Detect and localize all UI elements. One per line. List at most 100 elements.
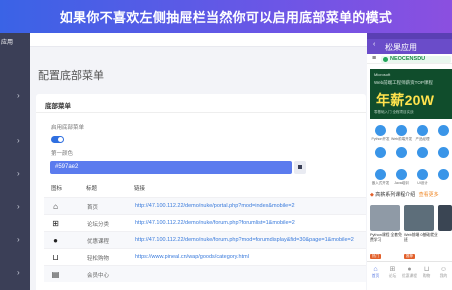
- phone-header: ‹ 松果应用: [367, 39, 452, 54]
- main-topbar: [30, 33, 367, 47]
- table-row: ⊔ 轻松购物 https://www.pineal.cn/wap/goods/c…: [44, 248, 366, 265]
- nav-item-home[interactable]: ⌂ 首页: [367, 266, 384, 279]
- category-label: Web前端开发: [391, 137, 413, 141]
- hero-banner[interactable]: Microsoft Web前端工程师薪资TOP课程 年薪20W 零基础入门 全程…: [370, 69, 452, 119]
- course-thumbnail[interactable]: [438, 205, 452, 231]
- category-icon: [438, 147, 449, 158]
- table-row: ⌂ 首页 http://47.100.112.22/demo/nuke/port…: [44, 197, 366, 214]
- row-link[interactable]: http://47.100.112.22/demo/nuke/portal.ph…: [135, 203, 295, 209]
- category-label: 产品经理: [415, 137, 430, 141]
- grid-icon: ⊞: [52, 219, 59, 228]
- divider: [36, 112, 366, 113]
- category-item[interactable]: [433, 145, 452, 167]
- table-row: ⊞ 论坛分类 http://47.100.112.22/demo/nuke/fo…: [44, 214, 366, 231]
- nav-item-me[interactable]: ☺ 我的: [435, 266, 452, 279]
- category-icon: [375, 169, 386, 180]
- row-title: 会员中心: [87, 273, 110, 279]
- table-row: ● 优惠课程 http://47.100.112.22/demo/nuke/fo…: [44, 231, 366, 248]
- category-item[interactable]: Web前端开发: [391, 123, 412, 145]
- hero-tag: Microsoft: [374, 72, 391, 77]
- category-icon: [417, 125, 428, 136]
- header-title: 标题: [86, 186, 98, 192]
- category-item[interactable]: Python开发: [370, 123, 391, 145]
- course-thumbnail[interactable]: [404, 205, 434, 231]
- category-icon: [375, 147, 386, 158]
- course-thumbnail[interactable]: [370, 205, 400, 231]
- main-panel: 配置底部菜单 底部菜单 启用底部菜单 第一颜色 #597ae2 图标 标题 链接…: [30, 33, 367, 290]
- chevron-right-icon[interactable]: ›: [17, 169, 20, 178]
- nav-label: 购物: [422, 274, 431, 278]
- category-item[interactable]: [433, 123, 452, 145]
- row-title: 优惠课程: [87, 239, 110, 245]
- nav-label: 优惠课程: [401, 274, 418, 278]
- chevron-right-icon[interactable]: ›: [17, 202, 20, 211]
- chevron-right-icon[interactable]: ›: [17, 91, 20, 100]
- chevron-right-icon[interactable]: ›: [17, 136, 20, 145]
- menu-icon[interactable]: ≡: [372, 55, 376, 62]
- cart-icon: ⊔: [423, 266, 430, 273]
- hero-subtitle: Web前端工程师薪资TOP课程: [374, 80, 433, 85]
- back-icon[interactable]: ‹: [373, 41, 375, 48]
- nav-item-forum[interactable]: ⊞ 论坛: [384, 266, 401, 279]
- table-row: ▤ 会员中心: [44, 265, 366, 282]
- phone-site-bar: ≡ NEOCENSDU: [367, 54, 452, 64]
- top-banner: 如果你不喜欢左侧抽屉栏当然你可以启用底部菜单的模式: [0, 0, 452, 33]
- section-title: 高薪系列课程介绍: [375, 192, 416, 198]
- enable-toggle[interactable]: [51, 136, 64, 143]
- category-item[interactable]: [370, 145, 391, 167]
- row-title: 论坛分类: [87, 222, 110, 228]
- category-item[interactable]: 产品经理: [412, 123, 433, 145]
- enable-label: 启用底部菜单: [51, 125, 85, 131]
- row-link[interactable]: http://47.100.112.22/demo/nuke/forum.php…: [135, 220, 295, 226]
- nav-item-courses[interactable]: ● 优惠课程: [401, 266, 418, 279]
- home-icon: ⌂: [373, 266, 378, 273]
- category-icon: [396, 169, 407, 180]
- phone-preview: ‹ 松果应用 ≡ NEOCENSDU Microsoft Web前端工程师薪资T…: [367, 33, 452, 290]
- category-label: 嵌入式开发: [371, 181, 390, 185]
- nav-item-shop[interactable]: ⊔ 购物: [418, 266, 435, 279]
- category-icon: [375, 125, 386, 136]
- category-item[interactable]: UI设计: [412, 167, 433, 189]
- phone-app-title: 松果应用: [385, 43, 417, 52]
- category-icon: [396, 147, 407, 158]
- category-label: Java培训: [394, 181, 409, 185]
- site-logo[interactable]: NEOCENSDU: [381, 56, 451, 63]
- header-icon: 图标: [51, 186, 63, 192]
- nav-label: 论坛: [388, 274, 397, 278]
- category-item[interactable]: Java培训: [391, 167, 412, 189]
- doc-icon: ▤: [51, 270, 60, 279]
- row-title: 首页: [87, 205, 99, 211]
- category-item[interactable]: 嵌入式开发: [370, 167, 391, 189]
- nav-label: 首页: [371, 274, 380, 278]
- chevron-right-icon[interactable]: ›: [17, 268, 20, 277]
- left-sidebar: 应用 › › › › › ›: [0, 33, 30, 290]
- home-icon: ⌂: [53, 202, 58, 211]
- nav-label: 我的: [439, 274, 448, 278]
- color-label: 第一颜色: [51, 151, 74, 157]
- row-link[interactable]: http://47.100.112.22/demo/nuke/forum.php…: [135, 237, 354, 243]
- category-icon: [396, 125, 407, 136]
- header-link: 链接: [134, 186, 146, 192]
- card-title: 底部菜单: [45, 103, 71, 110]
- settings-card: 底部菜单 启用底部菜单 第一颜色 #597ae2 图标 标题 链接 ⌂ 首页 h…: [36, 94, 366, 290]
- row-link[interactable]: https://www.pineal.cn/wap/goods/category…: [135, 254, 249, 260]
- more-link[interactable]: 查看更多: [419, 192, 439, 198]
- page-title: 配置底部菜单: [38, 70, 104, 82]
- cart-icon: ⊔: [52, 253, 59, 262]
- category-icon: [438, 169, 449, 180]
- color-input[interactable]: #597ae2: [50, 161, 292, 174]
- sidebar-top-label[interactable]: 应用: [0, 33, 30, 55]
- category-item[interactable]: [412, 145, 433, 167]
- category-label: UI设计: [417, 181, 428, 185]
- hero-footer: 零基础入门 全程项目实战: [374, 110, 414, 114]
- row-title: 轻松购物: [87, 256, 110, 262]
- category-item[interactable]: [391, 145, 412, 167]
- category-icon: [417, 169, 428, 180]
- color-picker-button[interactable]: [294, 161, 306, 174]
- chevron-right-icon[interactable]: ›: [17, 235, 20, 244]
- user-icon: ☺: [439, 266, 448, 273]
- category-grid: Python开发 Web前端开发 产品经理 嵌入式开发 Java培训 UI设计: [370, 123, 452, 189]
- section-icon: ◆: [370, 192, 374, 198]
- category-item[interactable]: [433, 167, 452, 189]
- circle-arrow-icon: ●: [53, 236, 58, 245]
